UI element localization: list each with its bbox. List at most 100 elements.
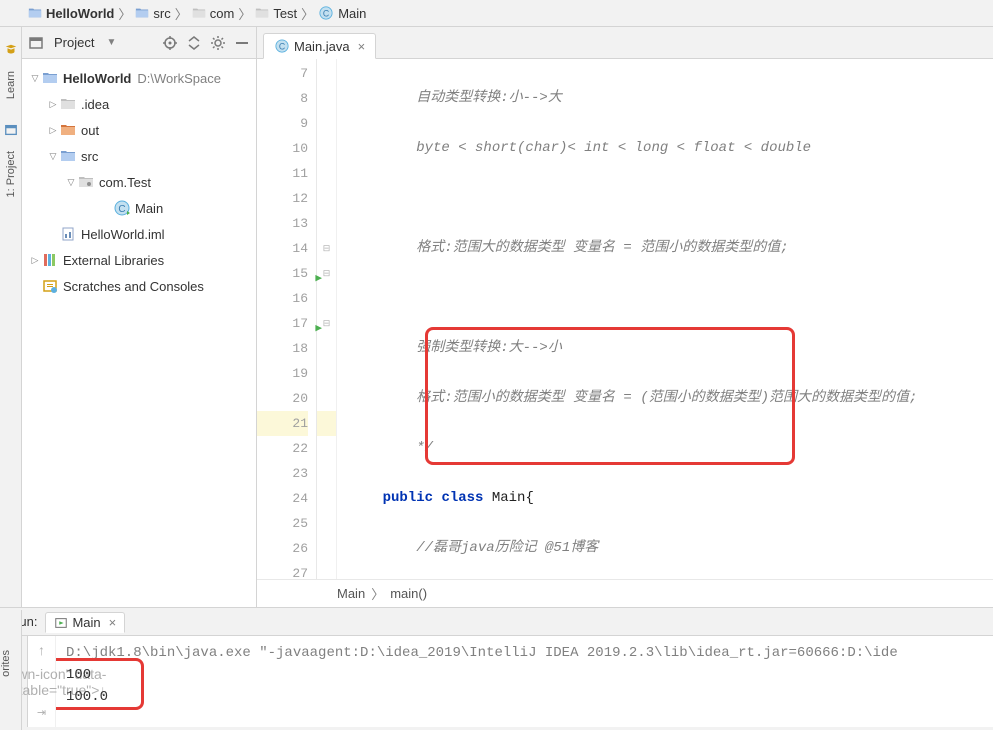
line-number: 9 (257, 111, 308, 136)
dropdown-icon[interactable]: ▼ (106, 37, 116, 48)
tree-node-main[interactable]: C Main (24, 195, 254, 221)
output-line: 100.0 (66, 686, 983, 708)
chevron-right-icon[interactable]: ▷ (46, 99, 60, 110)
folder-icon (60, 96, 76, 112)
class-icon: C (114, 200, 130, 216)
code-editor[interactable]: 7 8 9 10 11 12 13 14 15▶ 16 17▶ 18 19 20… (257, 59, 993, 579)
up-icon[interactable]: ↑ (38, 642, 45, 658)
line-number: 12 (257, 186, 308, 211)
run-nav: ↑ < ="down-icon" data-interactable="true… (28, 636, 56, 727)
module-icon (60, 226, 76, 242)
chevron-down-icon[interactable]: ▽ (28, 73, 42, 84)
line-number: 18 (257, 336, 308, 361)
project-tree: ▽ HelloWorld D:\WorkSpace ▷ .idea ▷ out … (22, 59, 256, 305)
chevron-right-icon: 〉 (175, 4, 188, 23)
folder-icon (60, 122, 76, 138)
class-icon: C (274, 38, 290, 54)
tree-node-root[interactable]: ▽ HelloWorld D:\WorkSpace (24, 65, 254, 91)
hide-icon[interactable] (234, 35, 250, 51)
locate-icon[interactable] (162, 35, 178, 51)
breadcrumb-item-root[interactable]: HelloWorld (28, 6, 114, 21)
left-tool-strip: Learn 1: Project (0, 27, 22, 607)
learn-icon[interactable] (4, 43, 18, 57)
fold-end-icon[interactable]: ⊟ (317, 236, 336, 261)
project-icon[interactable] (4, 123, 18, 137)
line-number: 24 (257, 486, 308, 511)
line-number-gutter[interactable]: 7 8 9 10 11 12 13 14 15▶ 16 17▶ 18 19 20… (257, 59, 317, 579)
chevron-down-icon[interactable]: ▽ (46, 151, 60, 162)
run-output[interactable]: D:\jdk1.8\bin\java.exe "-javaagent:D:\id… (56, 636, 993, 727)
project-view-icon[interactable] (28, 35, 44, 51)
favorites-tab[interactable]: orites (0, 650, 12, 677)
run-panel: Run: Main × ↑ < ="down-icon" data-intera… (0, 607, 993, 727)
project-toolbar: Project ▼ (22, 27, 256, 59)
learn-tab[interactable]: Learn (5, 71, 17, 99)
package-icon (78, 174, 94, 190)
scratches-icon (42, 278, 58, 294)
run-tab[interactable]: Main × (45, 612, 125, 633)
close-icon[interactable]: × (358, 39, 366, 54)
breadcrumb-item-com[interactable]: com (192, 6, 235, 21)
project-panel: Project ▼ ▽ HelloWorld D:\WorkSpace ▷ .i… (22, 27, 257, 607)
editor-tab-bar: C Main.java × (257, 27, 993, 59)
folder-icon (135, 6, 149, 20)
chevron-right-icon: 〉 (238, 4, 251, 23)
line-number: 25 (257, 511, 308, 536)
line-number: 17▶ (257, 311, 308, 336)
tree-label: External Libraries (63, 253, 164, 268)
tree-label: HelloWorld.iml (81, 227, 165, 242)
editor-tab-main[interactable]: C Main.java × (263, 33, 376, 59)
settings-icon[interactable] (210, 35, 226, 51)
folder-icon (192, 6, 206, 20)
tree-node-package[interactable]: ▽ com.Test (24, 169, 254, 195)
tree-node-ext-lib[interactable]: ▷ External Libraries (24, 247, 254, 273)
run-header: Run: Main × (0, 608, 993, 636)
folder-icon (60, 148, 76, 164)
breadcrumb-item-test[interactable]: Test (255, 6, 297, 21)
svg-text:C: C (323, 9, 329, 19)
svg-text:C: C (279, 42, 285, 52)
line-number: 14 (257, 236, 308, 261)
output-command: D:\jdk1.8\bin\java.exe "-javaagent:D:\id… (66, 642, 983, 664)
class-icon: C (318, 5, 334, 21)
breadcrumb-label: HelloWorld (46, 6, 114, 21)
chevron-right-icon: 〉 (118, 4, 131, 23)
tree-label: Main (135, 201, 163, 216)
breadcrumb-item-src[interactable]: src (135, 6, 170, 21)
wrap-icon[interactable]: ⇥ (37, 706, 46, 719)
chevron-right-icon[interactable]: ▷ (28, 255, 42, 266)
bottom-left-tool-strip: orites (0, 610, 22, 730)
line-number: 22 (257, 436, 308, 461)
editor-breadcrumb: Main 〉 main() (257, 579, 993, 607)
breadcrumb-label: src (153, 6, 170, 21)
run-tab-label: Main (72, 615, 100, 630)
chevron-right-icon[interactable]: ▷ (46, 125, 60, 136)
crumb-class[interactable]: Main (337, 586, 365, 601)
close-icon[interactable]: × (109, 615, 117, 630)
chevron-down-icon[interactable]: ▽ (64, 177, 78, 188)
line-number: 8 (257, 86, 308, 111)
tree-node-out[interactable]: ▷ out (24, 117, 254, 143)
folder-icon (28, 6, 42, 20)
tree-node-src[interactable]: ▽ src (24, 143, 254, 169)
line-number: 13 (257, 211, 308, 236)
crumb-method[interactable]: main() (390, 586, 427, 601)
editor-tab-label: Main.java (294, 39, 350, 54)
run-gutter-icon[interactable]: ▶ (315, 267, 322, 292)
library-icon (42, 252, 58, 268)
tree-node-scratches[interactable]: Scratches and Consoles (24, 273, 254, 299)
project-tab[interactable]: 1: Project (5, 151, 17, 197)
line-number: 21 (257, 411, 308, 436)
folder-icon (255, 6, 269, 20)
code-body[interactable]: 自动类型转换:小-->大 byte < short(char)< int < l… (337, 59, 993, 579)
tree-node-idea[interactable]: ▷ .idea (24, 91, 254, 117)
breadcrumb-item-main[interactable]: C Main (318, 5, 366, 21)
tree-node-iml[interactable]: HelloWorld.iml (24, 221, 254, 247)
editor-area: C Main.java × 7 8 9 10 11 12 13 14 15▶ 1… (257, 27, 993, 607)
run-config-icon (54, 616, 68, 630)
tree-path: D:\WorkSpace (137, 71, 221, 86)
run-gutter-icon[interactable]: ▶ (315, 317, 322, 342)
folder-icon (42, 70, 58, 86)
tree-label: out (81, 123, 99, 138)
expand-all-icon[interactable] (186, 35, 202, 51)
